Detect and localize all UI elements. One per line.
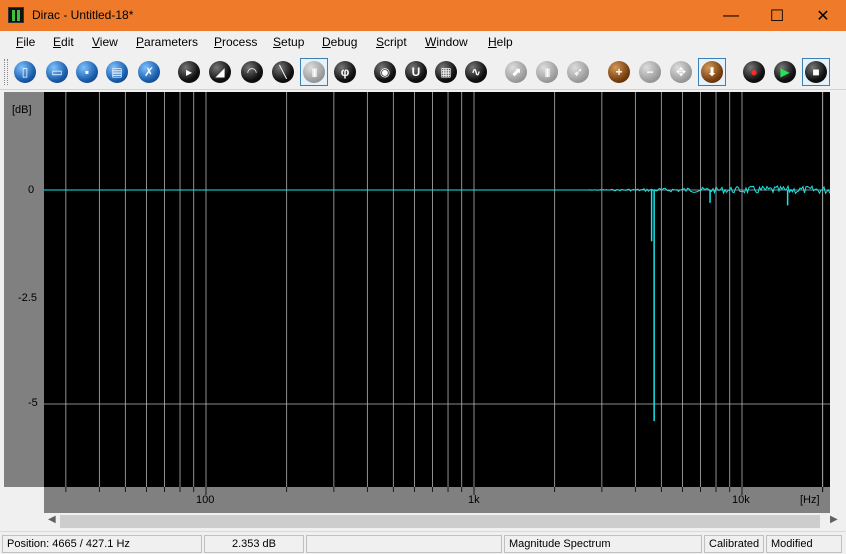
print-icon: ▤ — [106, 61, 128, 83]
save-icon: ▪ — [76, 61, 98, 83]
remove-button[interactable]: − — [636, 58, 664, 86]
y-tick-label: -2.5 — [18, 292, 37, 304]
view-decay-button[interactable]: ╲ — [269, 58, 297, 86]
stop-button[interactable]: ■ — [802, 58, 830, 86]
maximize-button[interactable]: ☐ — [754, 0, 800, 31]
y-tick-label: -5 — [28, 397, 38, 409]
view-spectrogram-icon: ◉ — [374, 61, 396, 83]
menu-help[interactable]: Help — [488, 35, 513, 49]
open-button[interactable]: ▭ — [43, 58, 71, 86]
delete-icon: ✗ — [138, 61, 160, 83]
view-waveform-icon: ∿ — [465, 61, 487, 83]
menu-view[interactable]: View — [92, 35, 118, 49]
y-axis-unit: [dB] — [12, 104, 32, 116]
horizontal-scrollbar[interactable]: ◀ ▶ — [44, 513, 842, 530]
status-position: Position: 4665 / 427.1 Hz — [2, 535, 202, 553]
minimize-button[interactable]: — — [708, 0, 754, 31]
view-decay-icon: ╲ — [272, 61, 294, 83]
view-magnitude-icon: ||| — [303, 61, 325, 83]
new-button[interactable]: ▯ — [11, 58, 39, 86]
status-level: 2.353 dB — [204, 535, 304, 553]
x-axis-ticks — [65, 487, 824, 495]
status-calibrated: Calibrated — [704, 535, 764, 553]
scroll-thumb[interactable] — [60, 515, 820, 528]
play-button[interactable]: ▶ — [771, 58, 799, 86]
save-button[interactable]: ▪ — [73, 58, 101, 86]
x-axis-unit: [Hz] — [800, 494, 820, 506]
menu-parameters[interactable]: Parameters — [136, 35, 198, 49]
down-button[interactable]: ⬇ — [698, 58, 726, 86]
title-bar: Dirac - Untitled-18* — ☐ ✕ — [0, 0, 846, 31]
record-button[interactable]: ● — [740, 58, 768, 86]
view-polar-button[interactable]: U — [402, 58, 430, 86]
menu-debug[interactable]: Debug — [322, 35, 357, 49]
spectrum-canvas[interactable] — [44, 92, 830, 487]
toolbar: ▯ ▭ ▪ ▤ ✗ ▸ ◢ ◠ ╲ ||| φ ◉ U ▦ ∿ ⬈ ||| ➶ + − ✥ ⬇ ● ▶ ■ — [0, 54, 846, 90]
pointer-icon: ➶ — [567, 61, 589, 83]
x-tick-label: 100 — [196, 494, 215, 506]
add-icon: + — [608, 61, 630, 83]
menu-edit[interactable]: Edit — [53, 35, 74, 49]
status-bar: Position: 4665 / 427.1 Hz 2.353 dB Magni… — [0, 531, 846, 554]
view-spectrogram-button[interactable]: ◉ — [371, 58, 399, 86]
toolbar-grip[interactable] — [4, 59, 8, 85]
scroll-right-icon[interactable]: ▶ — [830, 514, 838, 525]
view-schroeder-button[interactable]: ◠ — [238, 58, 266, 86]
y-axis-panel: [dB] 0 -2.5 -5 — [4, 92, 44, 487]
columns-button[interactable]: ||| — [533, 58, 561, 86]
add-button[interactable]: + — [605, 58, 633, 86]
window-title: Dirac - Untitled-18* — [32, 8, 134, 22]
y-tick-label: 0 — [28, 184, 35, 196]
status-blank — [306, 535, 502, 553]
columns-icon: ||| — [536, 61, 558, 83]
view-magnitude-button[interactable]: ||| — [300, 58, 328, 86]
status-view: Magnitude Spectrum — [504, 535, 702, 553]
scroll-left-icon[interactable]: ◀ — [48, 514, 56, 525]
view-table-icon: ▦ — [435, 61, 457, 83]
magnitude-trace — [44, 184, 830, 195]
plot-right-margin — [830, 92, 842, 487]
remove-icon: − — [639, 61, 661, 83]
view-schroeder-icon: ◠ — [241, 61, 263, 83]
close-button[interactable]: ✕ — [800, 0, 846, 31]
view-table-button[interactable]: ▦ — [432, 58, 460, 86]
delete-button[interactable]: ✗ — [135, 58, 163, 86]
print-button[interactable]: ▤ — [103, 58, 131, 86]
record-icon: ● — [743, 61, 765, 83]
view-energy-button[interactable]: ◢ — [206, 58, 234, 86]
view-waveform-button[interactable]: ∿ — [462, 58, 490, 86]
move-icon: ✥ — [670, 61, 692, 83]
view-energy-icon: ◢ — [209, 61, 231, 83]
view-phase-icon: φ — [334, 61, 356, 83]
menu-window[interactable]: Window — [425, 35, 468, 49]
new-icon: ▯ — [14, 61, 36, 83]
down-icon: ⬇ — [701, 61, 723, 83]
x-tick-label: 10k — [732, 494, 750, 506]
menu-process[interactable]: Process — [214, 35, 257, 49]
zoom-icon: ⬈ — [505, 61, 527, 83]
x-axis-bar: 100 1k 10k [Hz] — [4, 487, 842, 513]
menu-file[interactable]: File — [16, 35, 35, 49]
x-tick-label: 1k — [468, 494, 480, 506]
magnitude-plot[interactable]: [dB] 0 -2.5 -5 — [4, 92, 842, 487]
stop-icon: ■ — [805, 61, 827, 83]
x-axis-panel: 100 1k 10k [Hz] — [44, 487, 830, 513]
dirac-app-icon[interactable] — [8, 7, 24, 23]
menu-script[interactable]: Script — [376, 35, 407, 49]
view-phase-button[interactable]: φ — [331, 58, 359, 86]
zoom-button[interactable]: ⬈ — [502, 58, 530, 86]
play-icon: ▶ — [774, 61, 796, 83]
pointer-button[interactable]: ➶ — [564, 58, 592, 86]
open-icon: ▭ — [46, 61, 68, 83]
menu-setup[interactable]: Setup — [273, 35, 304, 49]
view-impulse-icon: ▸ — [178, 61, 200, 83]
move-button[interactable]: ✥ — [667, 58, 695, 86]
status-modified: Modified — [766, 535, 842, 553]
menu-bar: File Edit View Parameters Process Setup … — [0, 31, 846, 54]
view-impulse-button[interactable]: ▸ — [175, 58, 203, 86]
view-polar-icon: U — [405, 61, 427, 83]
